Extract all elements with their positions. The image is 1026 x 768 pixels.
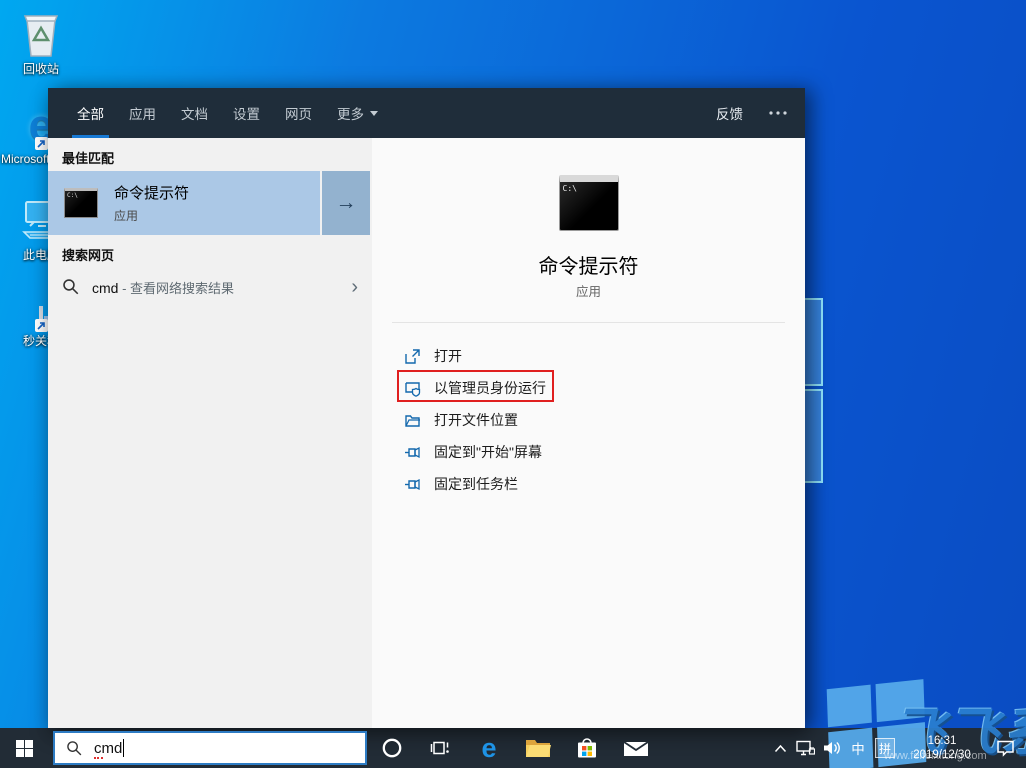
folder-icon [404,412,422,429]
detail-app-title: 命令提示符 [538,256,639,278]
open-window-icon [404,348,422,365]
more-options-icon[interactable] [769,111,787,115]
shortcut-arrow-icon [35,319,48,332]
ime-lang-indicator[interactable]: 中 [846,728,870,768]
edge-icon: e [481,732,497,763]
chevron-right-icon: › [351,276,358,298]
search-results-list: 最佳匹配 命令提示符 应用 → 搜索网页 cmd - 查看网络搜索结果 [48,138,372,728]
action-center-button[interactable] [984,728,1026,768]
cortana-button[interactable] [368,728,416,768]
action-label: 固定到任务栏 [434,476,518,492]
action-label: 打开文件位置 [434,412,518,428]
file-explorer-icon [525,737,551,759]
taskbar: cmd e 中 拼 16:31 2019/12/30 [0,728,1026,768]
mail-icon [623,738,649,758]
action-label: 打开 [434,348,462,364]
clock[interactable]: 16:31 2019/12/30 [900,728,984,768]
pin-icon [404,444,422,461]
divider [392,322,785,323]
tab-web[interactable]: 网页 [282,88,315,138]
tray-time: 16:31 [927,735,957,747]
system-tray: 中 拼 16:31 2019/12/30 [768,728,1026,768]
result-detail-pane: 命令提示符 应用 打开 以管理员身份运行 [372,138,805,728]
recycle-bin-icon [21,12,61,58]
best-match-header: 最佳匹配 [62,151,115,166]
search-panel: 全部 应用 文档 设置 网页 更多 反馈 最佳匹配 命令提示符 [48,88,805,728]
ime-mode-indicator[interactable]: 拼 [870,728,900,768]
search-icon [66,740,83,757]
task-view-button[interactable] [416,728,464,768]
app-window-icon [35,306,56,332]
tab-more[interactable]: 更多 [334,88,381,138]
pin-icon [404,476,422,493]
tray-date: 2019/12/30 [913,749,971,761]
web-search-hint: - 查看网络搜索结果 [118,280,235,296]
desktop-icon-recycle-bin[interactable]: 回收站 [0,12,82,76]
best-match-item[interactable]: 命令提示符 应用 [48,171,320,235]
search-input-value: cmd [94,739,123,759]
cmd-terminal-icon [64,188,98,218]
search-icon [62,278,80,296]
edge-taskbar-button[interactable]: e [465,728,513,768]
action-list: 打开 以管理员身份运行 打开文件位置 固定到"开始"屏幕 固定到任务栏 [372,340,805,500]
web-search-header: 搜索网页 [62,248,115,263]
search-filter-tabs: 全部 应用 文档 设置 网页 更多 [72,88,381,138]
tab-apps[interactable]: 应用 [126,88,159,138]
tray-expand-button[interactable] [768,728,792,768]
best-match-subtitle: 应用 [114,209,139,223]
action-open-file-location[interactable]: 打开文件位置 [372,404,805,436]
store-icon [575,736,599,760]
detail-app-subtitle: 应用 [575,285,601,299]
web-search-query: cmd [92,279,119,296]
windows-logo-icon [15,739,33,757]
web-search-item[interactable]: cmd - 查看网络搜索结果 › [48,266,372,308]
action-pin-to-taskbar[interactable]: 固定到任务栏 [372,468,805,500]
mail-button[interactable] [612,728,660,768]
action-label: 固定到"开始"屏幕 [434,444,542,460]
chevron-down-icon [370,110,378,116]
task-view-icon [430,739,450,757]
cortana-circle-icon [381,737,403,759]
file-explorer-button[interactable] [514,728,562,768]
highlight-box [397,370,554,402]
taskbar-search-input[interactable]: cmd [53,731,367,765]
best-match-title: 命令提示符 [114,185,190,202]
search-panel-header: 全部 应用 文档 设置 网页 更多 反馈 [48,88,805,138]
desktop-icon-label: 回收站 [22,62,59,76]
shortcut-arrow-icon [34,137,48,150]
tab-documents[interactable]: 文档 [178,88,211,138]
expand-arrow-button[interactable]: → [322,171,370,235]
action-pin-to-start[interactable]: 固定到"开始"屏幕 [372,436,805,468]
text-caret [123,739,125,757]
cmd-terminal-icon-large [558,175,619,231]
volume-icon[interactable] [818,728,846,768]
tab-settings[interactable]: 设置 [230,88,263,138]
store-button[interactable] [563,728,611,768]
start-button[interactable] [0,728,48,768]
network-icon[interactable] [792,728,818,768]
right-arrow-icon: → [335,191,357,214]
chat-bubble-icon [996,739,1015,757]
action-open[interactable]: 打开 [372,340,805,372]
tab-all[interactable]: 全部 [72,88,109,138]
feedback-button[interactable]: 反馈 [716,103,743,123]
